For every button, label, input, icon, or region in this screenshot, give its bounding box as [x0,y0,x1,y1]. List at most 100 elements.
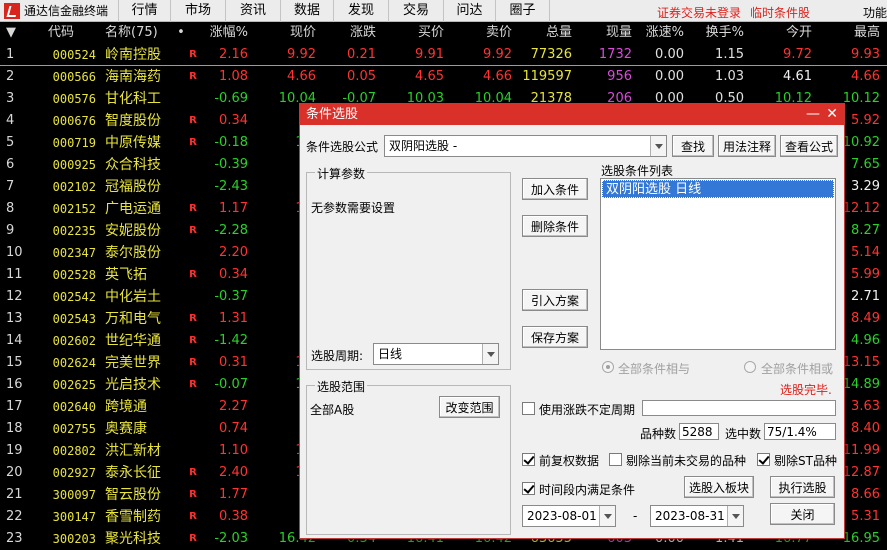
col-name[interactable]: 名称(75) [105,22,185,44]
find-button[interactable]: 查找 [672,135,714,157]
fq-checkbox[interactable] [522,453,535,466]
margin-flag: R [189,379,197,390]
row-price: 4.66 [287,69,316,84]
select-to-block-button[interactable]: 选股入板块 [684,476,754,498]
col-high[interactable]: 最高 [820,22,880,44]
chevron-down-icon[interactable] [599,506,615,526]
row-index: 2 [6,69,15,84]
scope-group-title: 选股范围 [315,378,368,395]
col-code[interactable]: 代码 [48,22,102,44]
row-name: 洪汇新材 [105,443,161,459]
view-formula-button[interactable]: 查看公式 [780,135,838,157]
row-code: 000925 [52,158,96,172]
chevron-down-icon[interactable] [482,344,498,364]
row-index: 12 [6,289,23,304]
row-pct: 1.77 [219,487,248,502]
col-vol[interactable]: 总量 [514,22,572,44]
chevron-down-icon[interactable] [727,506,743,526]
col-turn[interactable]: 换手% [690,22,744,44]
menu-wenda[interactable]: 问达 [443,0,495,22]
table-row[interactable]: 2 000566 海南海药 R 1.08 4.66 0.05 4.65 4.66 119597 95… [0,66,887,88]
period-select[interactable]: 日线 [373,343,499,365]
row-index: 23 [6,531,23,546]
col-sell[interactable]: 卖价 [448,22,512,44]
row-pct: 2.27 [219,399,248,414]
row-name: 众合科技 [105,157,161,173]
menu-jiaoyi[interactable]: 交易 [388,0,443,22]
exclude-st-checkbox[interactable] [757,453,770,466]
execute-button[interactable]: 执行选股 [770,476,835,498]
date-start-picker[interactable]: 2023-08-01 [522,505,616,527]
row-name: 世纪华通 [105,333,161,349]
row-open: 9.72 [783,47,812,62]
row-spd: 0.00 [655,47,684,62]
margin-flag: R [189,357,197,368]
date-end-picker[interactable]: 2023-08-31 [650,505,744,527]
menu-hangqing[interactable]: 行情 [118,0,170,22]
row-sell: 4.66 [483,69,512,84]
row-name: 海南海药 [105,69,161,85]
add-condition-button[interactable]: 加入条件 [522,178,588,200]
row-price: 9.92 [287,47,316,62]
margin-flag: R [189,203,197,214]
condition-select-dialog: 条件选股 — ✕ 条件选股公式 双阴阳选股 - 查找 用法注释 查看公式 计算参… [299,103,845,539]
row-index: 13 [6,311,23,326]
usage-button[interactable]: 用法注释 [718,135,776,157]
row-pct: -0.69 [214,91,248,106]
row-index: 14 [6,333,23,348]
import-plan-button[interactable]: 引入方案 [522,289,588,311]
row-code: 002755 [52,422,96,436]
row-name: 中原传媒 [105,135,161,151]
menu-shichang[interactable]: 市场 [170,0,225,22]
uncertain-period-checkbox[interactable] [522,402,535,415]
row-pct: -0.18 [214,135,248,150]
chevron-down-icon[interactable] [650,136,666,156]
row-code: 000566 [52,70,96,84]
change-scope-button[interactable]: 改变范围 [439,396,500,418]
col-pct[interactable]: 涨幅% [200,22,248,44]
row-name: 完美世界 [105,355,161,371]
uncertain-period-field[interactable] [642,400,836,416]
save-plan-button[interactable]: 保存方案 [522,326,588,348]
row-pct: 2.16 [219,47,248,62]
col-open[interactable]: 今开 [752,22,812,44]
menu-shuju[interactable]: 数据 [280,0,333,22]
radio-or[interactable] [744,361,756,373]
table-row[interactable]: 1 000524 岭南控股 R 2.16 9.92 0.21 9.91 9.92 77326 173… [0,44,887,66]
col-spd[interactable]: 涨速% [636,22,684,44]
menu-faxian[interactable]: 发现 [333,0,388,22]
params-text: 无参数需要设置 [311,201,396,215]
exclude-untraded-checkbox[interactable] [609,453,622,466]
margin-flag [188,418,198,440]
func-menu[interactable]: 功能 [863,4,887,21]
close-icon[interactable]: ✕ [826,104,838,125]
col-price[interactable]: 现价 [250,22,316,44]
condition-list[interactable]: 双阴阳选股 日线 [600,178,836,350]
row-index: 1 [6,47,15,62]
time-range-checkbox[interactable] [522,482,535,495]
row-pct: 0.34 [219,113,248,128]
row-name: 英飞拓 [105,267,147,283]
col-star: • [177,25,185,40]
row-index: 11 [6,267,23,282]
time-range-label: 时间段内满足条件 [539,483,636,497]
dialog-title-bar[interactable]: 条件选股 — ✕ [300,104,844,125]
col-buy[interactable]: 买价 [380,22,444,44]
row-code: 002102 [52,180,96,194]
menu-zixun[interactable]: 资讯 [225,0,280,22]
col-chg[interactable]: 涨跌 [322,22,376,44]
row-chg: 0.21 [347,47,376,62]
sort-arrow-icon[interactable]: ▼ [6,22,34,44]
close-button[interactable]: 关闭 [770,503,835,525]
delete-condition-button[interactable]: 删除条件 [522,215,588,237]
formula-select[interactable]: 双阴阳选股 - [384,135,667,157]
login-status[interactable]: 证券交易未登录 [657,4,741,21]
fq-label: 前复权数据 [539,454,600,468]
radio-and[interactable] [602,361,614,373]
row-name: 奥赛康 [105,421,147,437]
menu-quanzi[interactable]: 圈子 [495,0,550,22]
minimize-icon[interactable]: — [806,104,820,125]
col-cur[interactable]: 现量 [574,22,632,44]
list-item[interactable]: 双阴阳选股 日线 [602,180,834,198]
date-separator: - [633,509,638,523]
